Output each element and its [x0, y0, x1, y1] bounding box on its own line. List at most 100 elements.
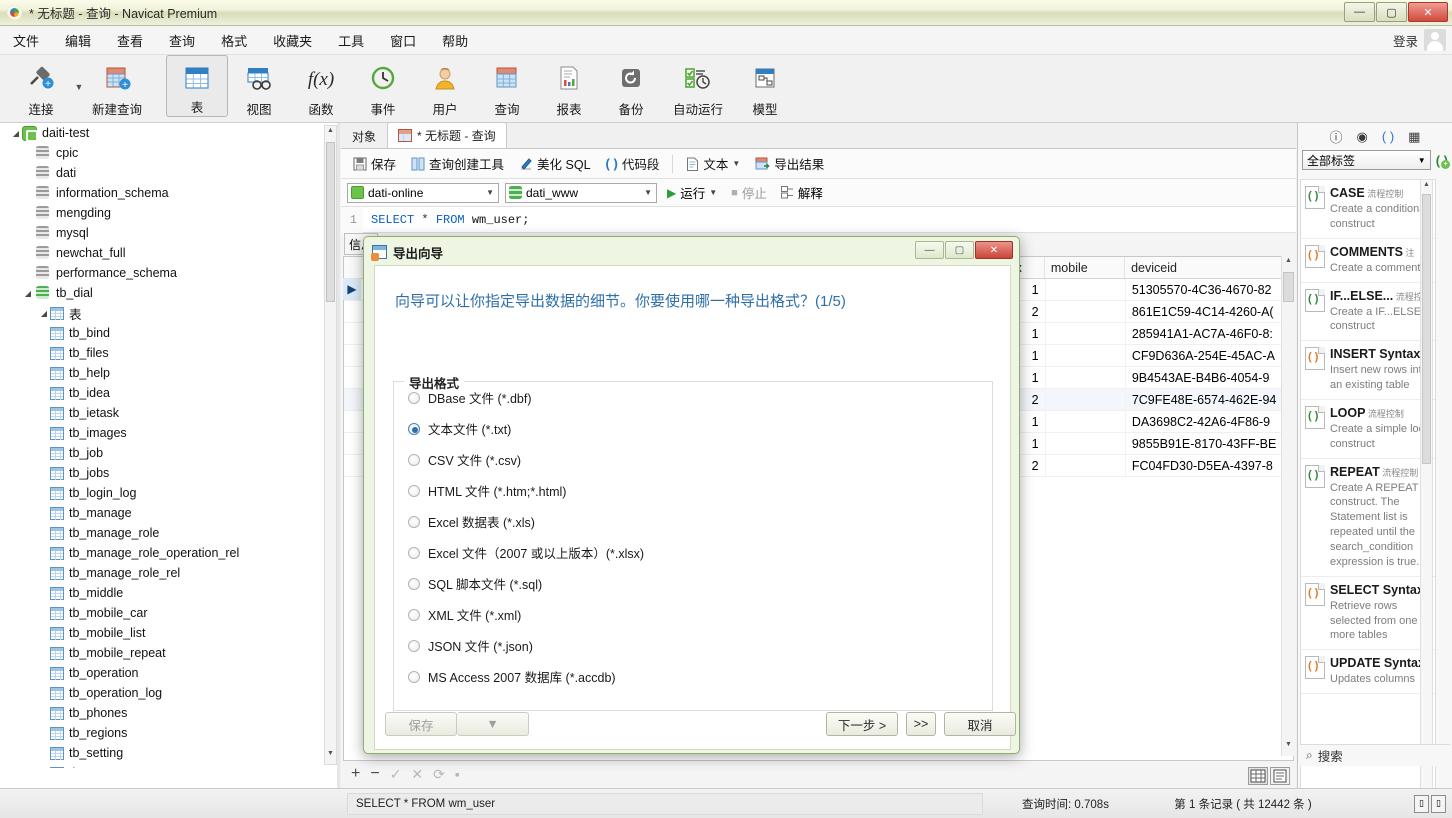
tree-item-table[interactable]: tb_ietask [0, 403, 325, 423]
editor-tab-row[interactable]: 对象 * 无标题 - 查询 [341, 122, 1296, 149]
menu-item-tools[interactable]: 工具 [325, 28, 377, 53]
login-label[interactable]: 登录 [1393, 31, 1418, 50]
dialog-minimize-button[interactable]: — [915, 241, 944, 259]
query-builder-button[interactable]: 查询创建工具 [405, 151, 510, 176]
tree-item-table[interactable]: tb_idea [0, 383, 325, 403]
chevron-down-icon[interactable]: ▼ [1418, 156, 1426, 165]
toolbar-button-function[interactable]: f(x) 函数 [290, 55, 352, 119]
expand-arrow-icon[interactable]: ◢ [22, 289, 34, 298]
grid-cell-mobile[interactable] [1046, 389, 1126, 410]
export-wizard-dialog[interactable]: 导出向导 — ▢ ✕ 向导可以让你指定导出数据的细节。你要使用哪一种导出格式？(… [363, 236, 1020, 754]
export-format-option[interactable]: HTML 文件 (*.htm;*.html) [394, 475, 992, 506]
menu-item-query[interactable]: 查询 [156, 28, 208, 53]
parens-icon[interactable]: ( ) [1382, 129, 1394, 144]
grid-cell-mobile[interactable] [1046, 279, 1126, 300]
run-button[interactable]: ▶ 运行 ▼ [663, 181, 721, 204]
add-snippet-icon[interactable]: ( )+ [1436, 153, 1450, 169]
tree-item-table[interactable]: tb_manage [0, 503, 325, 523]
panel-splitter[interactable] [337, 123, 340, 788]
tree-item-database[interactable]: information_schema [0, 183, 325, 203]
scroll-up-icon[interactable]: ▲ [326, 127, 335, 140]
scroll-down-icon[interactable]: ▼ [1283, 741, 1294, 755]
export-format-option[interactable]: Excel 数据表 (*.xls) [394, 506, 992, 537]
database-tree[interactable]: ◢ daiti-test cpic dati information_schema m… [0, 123, 325, 768]
tab-objects[interactable]: 对象 [341, 124, 387, 148]
export-format-option[interactable]: JSON 文件 (*.json) [394, 630, 992, 661]
grid-view-icon[interactable] [1248, 767, 1268, 785]
toolbar-button-user[interactable]: 用户 [414, 55, 476, 119]
scroll-up-icon[interactable]: ▲ [1422, 181, 1431, 194]
grid-cell-mobile[interactable] [1046, 433, 1126, 454]
grid-cell-deviceid[interactable]: 51305570-4C36-4670-82 [1126, 279, 1293, 300]
menu-item-favorites[interactable]: 收藏夹 [260, 28, 325, 53]
menu-item-file[interactable]: 文件 [0, 28, 52, 53]
tree-item-database[interactable]: performance_schema [0, 263, 325, 283]
radio-button[interactable] [408, 453, 420, 466]
eye-icon[interactable]: ◉ [1357, 129, 1368, 145]
snippet-item[interactable]: IF...ELSE... 流程控 Create a IF...ELSE... co… [1301, 283, 1435, 342]
export-format-option[interactable]: Excel 文件（2007 或以上版本）(*.xlsx) [394, 537, 992, 568]
explain-button[interactable]: 解释 [777, 181, 827, 204]
status-pane-toggle-left-icon[interactable]: ▯ [1414, 794, 1429, 813]
menu-item-window[interactable]: 窗口 [377, 28, 429, 53]
tree-item-table[interactable]: tb_mobile_repeat [0, 643, 325, 663]
database-select[interactable]: dati_www ▼ [505, 182, 657, 203]
save-button[interactable]: 保存 [347, 151, 402, 176]
scroll-thumb[interactable] [326, 142, 335, 302]
toolbar-button-connection[interactable]: + 连接 [10, 55, 72, 119]
snippet-item[interactable]: REPEAT 流程控制 Create A REPEAT construct. Th… [1301, 459, 1435, 577]
scroll-thumb[interactable] [1283, 272, 1294, 302]
toolbar-button-query[interactable]: 查询 [476, 55, 538, 119]
dialog-window-controls[interactable]: — ▢ ✕ [915, 241, 1013, 259]
scroll-up-icon[interactable]: ▲ [1283, 257, 1294, 271]
export-format-option[interactable]: SQL 脚本文件 (*.sql) [394, 568, 992, 599]
dialog-footer[interactable]: 保存 ▼ 下一步 > >> 取消 [385, 707, 1022, 741]
tree-item-table[interactable]: tb_tag [0, 763, 325, 768]
grid-cell-mobile[interactable] [1046, 367, 1126, 388]
grid-cell-mobile[interactable] [1046, 345, 1126, 366]
tree-item-table[interactable]: tb_bind [0, 323, 325, 343]
export-format-option[interactable]: CSV 文件 (*.csv) [394, 444, 992, 475]
chevron-down-icon[interactable]: ▼ [644, 188, 652, 197]
snippet-item[interactable]: INSERT Syntax Insert new rows into an exi… [1301, 341, 1435, 400]
radio-button[interactable] [408, 670, 420, 683]
toolbar-button-event[interactable]: 事件 [352, 55, 414, 119]
avatar[interactable] [1424, 29, 1446, 51]
tree-item-table[interactable]: tb_images [0, 423, 325, 443]
text-mode-button[interactable]: 文本 ▼ [680, 151, 746, 176]
window-controls[interactable]: — ▢ ✕ [1344, 2, 1448, 22]
tree-item-database[interactable]: mengding [0, 203, 325, 223]
save-preset-dropdown-icon[interactable]: ▼ [457, 712, 529, 736]
snippet-item[interactable]: COMMENTS 注 Create a comment [1301, 239, 1435, 283]
snippet-filter-row[interactable]: 全部标签 ▼ ( )+ [1298, 147, 1452, 173]
toolbar-button-model[interactable]: 模型 [734, 55, 796, 119]
export-result-button[interactable]: 导出结果 [749, 151, 830, 176]
radio-button[interactable] [408, 546, 420, 559]
expand-arrow-icon[interactable]: ◢ [10, 129, 22, 138]
chevron-down-icon[interactable]: ▼ [486, 188, 494, 197]
tree-item-table[interactable]: tb_manage_role [0, 523, 325, 543]
snippet-search[interactable]: ⌕ 搜索 [1300, 744, 1450, 766]
toolbar-button-automation[interactable]: 自动运行 [662, 55, 734, 119]
grid-cell-deviceid[interactable]: 7C9FE48E-6574-462E-94 [1126, 389, 1293, 410]
radio-button[interactable] [408, 391, 420, 404]
tree-item-table[interactable]: tb_setting [0, 743, 325, 763]
grid-nav-button[interactable]: − [370, 765, 379, 783]
snippet-item[interactable]: UPDATE Syntax Updates columns [1301, 650, 1435, 695]
export-format-option[interactable]: DBase 文件 (*.dbf) [394, 382, 992, 413]
toolbar-button-table[interactable]: 表 [166, 55, 228, 117]
grid-cell-mobile[interactable] [1046, 323, 1126, 344]
tree-item-table[interactable]: tb_manage_role_rel [0, 563, 325, 583]
tree-item-connection[interactable]: ◢ daiti-test [0, 123, 325, 143]
grid-cell-deviceid[interactable]: 285941A1-AC7A-46F0-8: [1126, 323, 1293, 344]
grid-cell-mobile[interactable] [1046, 411, 1126, 432]
tree-item-database[interactable]: newchat_full [0, 243, 325, 263]
snippet-panel-icon-row[interactable]: ⓘ ◉ ( ) ▦ [1298, 123, 1452, 147]
grid-nav-button[interactable]: + [351, 765, 360, 783]
expand-arrow-icon[interactable]: ◢ [38, 309, 50, 318]
grid-nav-button[interactable]: ✕ [411, 766, 423, 783]
form-view-icon[interactable] [1270, 767, 1290, 785]
tree-item-tables-group[interactable]: ◢ 表 [0, 303, 325, 323]
maximize-button[interactable]: ▢ [1376, 2, 1407, 22]
chevron-down-icon[interactable]: ▼ [709, 188, 717, 197]
